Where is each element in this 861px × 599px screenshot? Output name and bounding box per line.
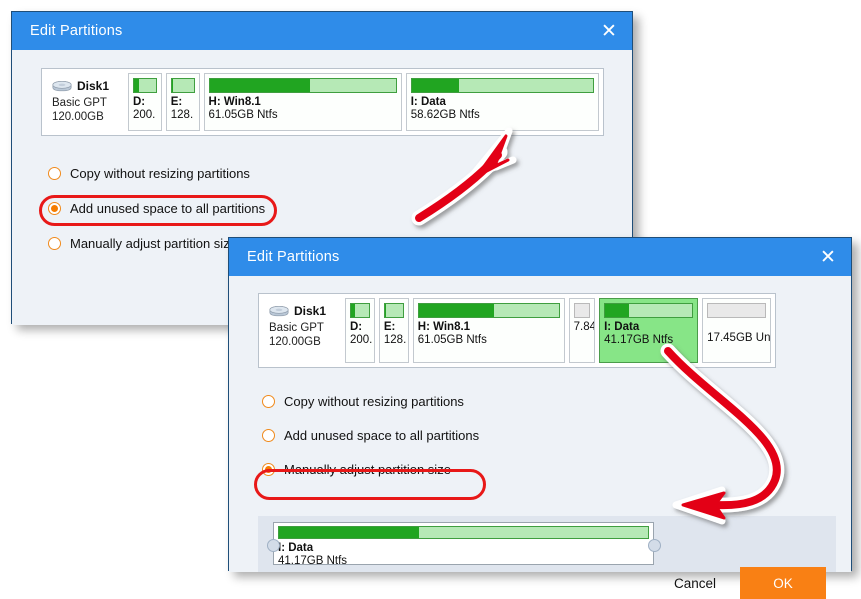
dialog1-disk-type: Basic GPT: [52, 97, 107, 109]
partition-i-data[interactable]: I: Data 58.62GB Ntfs: [405, 73, 599, 131]
cancel-button[interactable]: Cancel: [664, 570, 726, 597]
resize-slider-usage-bar: [278, 526, 649, 539]
dialog1-disk-map: Disk1 Basic GPT 120.00GB D: 200. E: 128.: [41, 68, 604, 136]
partition-d-size: 200.: [133, 109, 156, 121]
dialog2-option-copy-without-resizing[interactable]: Copy without resizing partitions: [262, 388, 479, 414]
close-icon-2[interactable]: ✕: [805, 238, 851, 276]
dialog1-disk-size: 120.00GB: [52, 111, 104, 123]
partition-h-label: H: Win8.1: [208, 96, 261, 108]
resize-slider-track[interactable]: I: Data 41.17GB Ntfs: [273, 522, 654, 567]
dialog2-option-manually-adjust-label: Manually adjust partition size: [284, 461, 451, 477]
dialog2-disk-size: 120.00GB: [269, 336, 321, 348]
dialog2-disk-map: Disk1 Basic GPT 120.00GB D: 200. E: 128.: [258, 293, 776, 368]
partition-e-label: E:: [170, 96, 183, 108]
dialog2-radio-icon-manually-adjust[interactable]: [262, 462, 275, 476]
option-manually-adjust-label: Manually adjust partition size: [70, 235, 237, 251]
dialog2-partition-i-data[interactable]: I: Data 41.17GB Ntfs: [599, 298, 699, 363]
dialog2-button-row: Cancel OK: [664, 567, 826, 599]
partition-d-usage-bar: [133, 78, 157, 93]
dialog2-options-group: Copy without resizing partitions Add unu…: [262, 388, 479, 482]
partition-h-win81[interactable]: H: Win8.1 61.05GB Ntfs: [203, 73, 402, 131]
dialog2-option-add-unused-space-label: Add unused space to all partitions: [284, 427, 480, 443]
option-add-unused-space-label: Add unused space to all partitions: [70, 200, 266, 216]
radio-icon-manually-adjust[interactable]: [48, 236, 61, 250]
dialog2-unallocated-small[interactable]: 7.84: [568, 298, 596, 363]
dialog2-partition-d-usage-bar: [350, 303, 370, 318]
option-copy-without-resizing[interactable]: Copy without resizing partitions: [48, 160, 265, 186]
dialog2-partition-d-label: D:: [350, 321, 363, 333]
ok-button[interactable]: OK: [740, 567, 826, 599]
dialog1-titlebar: Edit Partitions ✕: [12, 12, 632, 50]
dialog2-titlebar: Edit Partitions ✕: [229, 238, 851, 276]
dialog2-option-manually-adjust[interactable]: Manually adjust partition size: [262, 456, 479, 482]
close-icon[interactable]: ✕: [586, 12, 632, 50]
disk-icon: [52, 80, 72, 91]
dialog2-disk-info: Disk1 Basic GPT 120.00GB: [263, 298, 341, 363]
partition-d-label: D:: [133, 96, 146, 108]
dialog2-unallocated-large[interactable]: 17.45GB Una: [702, 298, 771, 363]
dialog2-disk-type: Basic GPT: [269, 322, 324, 334]
partition-d[interactable]: D: 200.: [128, 73, 162, 131]
resize-slider-size: 41.17GB Ntfs: [278, 555, 348, 567]
dialog2-partition-h-label: H: Win8.1: [417, 321, 471, 333]
partition-h-usage-bar: [208, 78, 397, 93]
dialog2-partition-i-usage-bar: [604, 303, 694, 318]
dialog2-radio-icon-add-unused-space[interactable]: [262, 428, 275, 442]
partition-e-size: 128.: [170, 109, 194, 121]
partition-i-usage-bar: [410, 78, 594, 93]
partition-h-size: 61.05GB Ntfs: [208, 109, 278, 121]
dialog2-unallocated-large-bar: [707, 303, 766, 318]
screenshot-stage: Edit Partitions ✕ Disk1 Basic GPT 120.00…: [0, 0, 861, 599]
dialog2-radio-icon-copy-without-resizing[interactable]: [262, 394, 275, 408]
partition-e-usage-bar: [170, 78, 195, 93]
dialog2-partition-d[interactable]: D: 200.: [345, 298, 375, 363]
right-resize-handle[interactable]: [648, 539, 661, 552]
partition-e[interactable]: E: 128.: [165, 73, 200, 131]
dialog1-title: Edit Partitions: [30, 23, 123, 39]
dialog2-disk-name: Disk1: [294, 304, 327, 318]
dialog2-partition-e[interactable]: E: 128.: [378, 298, 409, 363]
dialog2-partition-i-size: 41.17GB Ntfs: [604, 334, 674, 346]
dialog2-partition-d-size: 200.: [350, 334, 373, 346]
partition-i-size: 58.62GB Ntfs: [410, 109, 480, 121]
resize-slider-label: I: Data: [278, 542, 314, 554]
dialog2-partition-h-size: 61.05GB Ntfs: [417, 334, 487, 346]
edit-partitions-dialog-2: Edit Partitions ✕ Disk1 Basic GPT 120.00…: [228, 237, 852, 599]
radio-icon-copy-without-resizing[interactable]: [48, 166, 61, 180]
dialog1-disk-name: Disk1: [77, 79, 110, 93]
disk-icon-2: [269, 305, 289, 316]
partition-i-label: I: Data: [410, 96, 446, 108]
dialog2-title: Edit Partitions: [247, 249, 340, 265]
left-resize-handle[interactable]: [267, 539, 280, 552]
dialog2-partition-e-usage-bar: [383, 303, 404, 318]
resize-slider-panel: I: Data 41.17GB Ntfs: [258, 516, 836, 572]
dialog2-partition-e-label: E:: [383, 321, 396, 333]
option-add-unused-space[interactable]: Add unused space to all partitions: [48, 195, 265, 221]
dialog2-body: Disk1 Basic GPT 120.00GB D: 200. E: 128.: [229, 276, 851, 599]
radio-icon-add-unused-space[interactable]: [48, 201, 61, 215]
dialog2-partition-h-usage-bar: [417, 303, 560, 318]
dialog2-partition-e-size: 128.: [383, 334, 407, 346]
dialog2-partition-h-win81[interactable]: H: Win8.1 61.05GB Ntfs: [412, 298, 565, 363]
dialog2-unallocated-small-size: 7.84: [573, 321, 596, 333]
dialog1-disk-info: Disk1 Basic GPT 120.00GB: [46, 73, 124, 131]
dialog2-partition-i-label: I: Data: [604, 321, 640, 333]
dialog2-option-copy-without-resizing-label: Copy without resizing partitions: [284, 393, 464, 409]
dialog2-unallocated-small-bar: [573, 303, 591, 318]
option-copy-without-resizing-label: Copy without resizing partitions: [70, 165, 250, 181]
dialog2-unallocated-large-size: 17.45GB Una: [707, 332, 771, 344]
dialog2-option-add-unused-space[interactable]: Add unused space to all partitions: [262, 422, 479, 448]
